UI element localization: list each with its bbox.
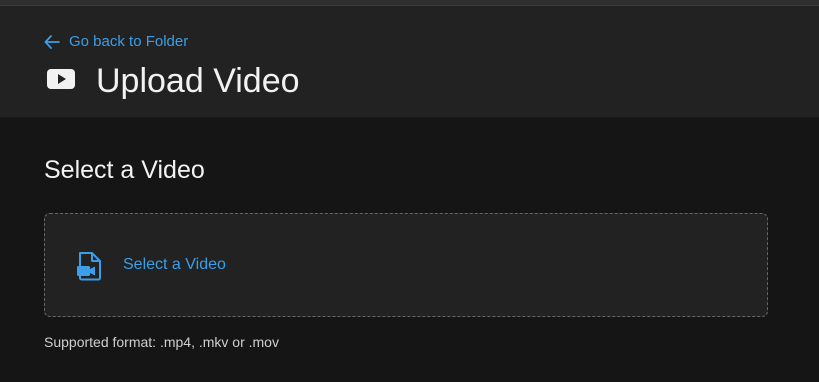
back-link-label: Go back to Folder bbox=[69, 33, 189, 50]
supported-format-note: Supported format: .mp4, .mkv or .mov bbox=[44, 334, 279, 350]
video-file-icon bbox=[76, 251, 104, 286]
upload-video-page: Go back to Folder Upload Video Select a … bbox=[0, 0, 819, 382]
dropzone-label: Select a Video bbox=[123, 256, 226, 273]
title-row: Upload Video bbox=[46, 61, 300, 101]
section-title: Select a Video bbox=[44, 156, 205, 184]
arrow-left-icon bbox=[44, 34, 60, 49]
page-header: Go back to Folder Upload Video bbox=[0, 6, 819, 118]
youtube-play-icon bbox=[46, 66, 76, 97]
page-title: Upload Video bbox=[96, 62, 300, 100]
video-dropzone[interactable]: Select a Video bbox=[44, 213, 768, 317]
back-to-folder-link[interactable]: Go back to Folder bbox=[44, 33, 188, 50]
